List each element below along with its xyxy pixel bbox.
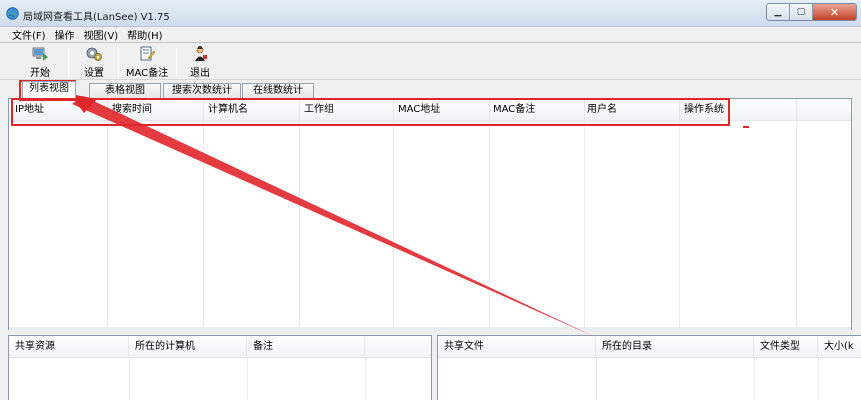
settings-button[interactable]: 设置 — [76, 46, 112, 79]
start-label: 开始 — [30, 68, 50, 79]
tab-search-count[interactable]: 搜索次数统计 — [163, 83, 241, 98]
toolbar-separator — [68, 48, 69, 76]
column-gridline — [679, 121, 680, 329]
column-gridline — [393, 121, 394, 329]
mac-note-button[interactable]: MAC备注 — [124, 46, 170, 79]
menu-help[interactable]: 帮助(H) — [127, 27, 162, 42]
column-header-mac-note[interactable]: MAC备注 — [490, 99, 585, 121]
column-header-file-type[interactable]: 文件类型 — [754, 336, 818, 358]
menu-operate[interactable]: 操作 — [55, 27, 75, 42]
column-header-host-computer[interactable]: 所在的计算机 — [129, 336, 247, 358]
start-button[interactable]: 开始 — [22, 46, 58, 79]
exit-button[interactable]: 退出 — [184, 46, 216, 79]
column-header-ip[interactable]: IP地址 — [9, 99, 108, 121]
title-bar: 局域网查看工具(LanSee) V1.75 ▁ ▢ ✕ — [0, 0, 861, 27]
column-gridline — [818, 358, 819, 400]
column-header-workgroup[interactable]: 工作组 — [300, 99, 394, 121]
column-header-shared-file[interactable]: 共享文件 — [438, 336, 596, 358]
column-gridline — [584, 121, 585, 329]
toolbar-separator — [118, 48, 119, 76]
column-gridline — [299, 121, 300, 329]
column-gridline — [796, 121, 797, 329]
column-gridline — [247, 358, 248, 400]
host-list[interactable]: IP地址 搜索时间 计算机名 工作组 MAC地址 MAC备注 用户名 操作系统 — [8, 98, 852, 330]
settings-label: 设置 — [84, 68, 104, 79]
column-gridline — [107, 121, 108, 329]
mac-note-label: MAC备注 — [125, 68, 169, 79]
file-list-header: 共享文件 所在的目录 文件类型 大小(k — [438, 336, 861, 358]
column-header-size[interactable]: 大小(k — [818, 336, 861, 358]
window-controls: ▁ ▢ ✕ — [766, 3, 857, 21]
column-header-directory[interactable]: 所在的目录 — [596, 336, 754, 358]
view-tabs: 列表视图 表格视图 搜索次数统计 在线数统计 — [0, 80, 861, 98]
maximize-button[interactable]: ▢ — [790, 4, 813, 20]
toolbar-separator — [176, 48, 177, 76]
tab-table-view[interactable]: 表格视图 — [89, 83, 161, 98]
column-gridline — [129, 358, 130, 400]
column-gridline — [596, 358, 597, 400]
share-list-header: 共享资源 所在的计算机 备注 — [9, 336, 431, 358]
exit-label: 退出 — [190, 68, 210, 79]
annotation-mark — [743, 126, 749, 128]
column-header-mac-address[interactable]: MAC地址 — [394, 99, 490, 121]
column-gridline — [489, 121, 490, 329]
column-header-username[interactable]: 用户名 — [585, 99, 680, 121]
tab-online-count[interactable]: 在线数统计 — [242, 83, 314, 98]
share-resource-list[interactable]: 共享资源 所在的计算机 备注 — [8, 335, 432, 400]
column-gridline — [365, 358, 366, 400]
gear-settings-icon — [86, 47, 102, 61]
app-icon — [6, 7, 19, 20]
column-header-search-time[interactable]: 搜索时间 — [108, 99, 204, 121]
toolbar: 开始 设置 MAC备注 退出 — [0, 43, 861, 80]
column-header-os[interactable]: 操作系统 — [680, 99, 797, 121]
exit-person-icon — [195, 46, 207, 61]
window-title: 局域网查看工具(LanSee) V1.75 — [23, 12, 170, 23]
column-gridline — [754, 358, 755, 400]
shared-file-list[interactable]: 共享文件 所在的目录 文件类型 大小(k — [437, 335, 861, 400]
column-gridline — [203, 121, 204, 329]
host-list-header: IP地址 搜索时间 计算机名 工作组 MAC地址 MAC备注 用户名 操作系统 — [9, 99, 851, 121]
close-button[interactable]: ✕ — [813, 4, 856, 20]
menu-bar: 文件(F) 操作 视图(V) 帮助(H) — [0, 27, 861, 43]
note-edit-icon — [140, 46, 156, 61]
column-header-computer-name[interactable]: 计算机名 — [204, 99, 300, 121]
minimize-button[interactable]: ▁ — [767, 4, 790, 20]
start-computer-icon — [32, 47, 48, 61]
menu-file[interactable]: 文件(F) — [12, 27, 46, 42]
column-header-share-resource[interactable]: 共享资源 — [9, 336, 129, 358]
tab-list-view[interactable]: 列表视图 — [22, 81, 76, 98]
column-header-remark[interactable]: 备注 — [247, 336, 365, 358]
horizontal-scrollbar[interactable] — [9, 327, 851, 330]
menu-view[interactable]: 视图(V) — [84, 27, 119, 42]
